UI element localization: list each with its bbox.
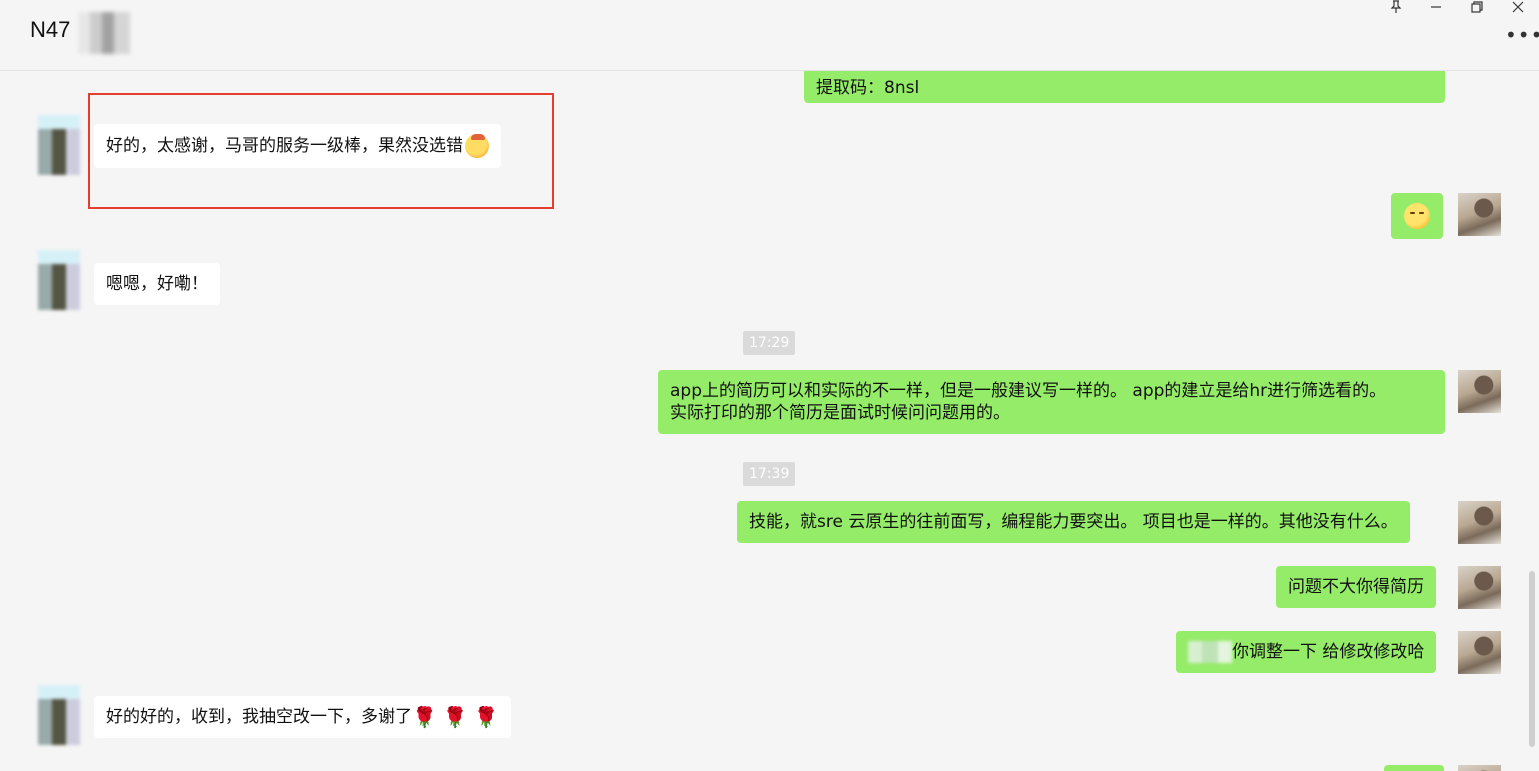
my-avatar[interactable] bbox=[1458, 765, 1501, 771]
message-text: 问题不大你得简历 bbox=[1288, 577, 1424, 597]
minimize-icon[interactable] bbox=[1416, 0, 1456, 18]
message-bubble-out[interactable]: 你调整一下 给修改修改哈 bbox=[1176, 631, 1437, 673]
contact-avatar[interactable] bbox=[38, 685, 80, 745]
message-bubble-out[interactable]: 技能，就sre 云原生的往前面写，编程能力要突出。 项目也是一样的。其他没有什么… bbox=[737, 501, 1410, 543]
restore-icon[interactable] bbox=[1457, 0, 1497, 18]
message-text: 你调整一下 给修改修改哈 bbox=[1232, 642, 1425, 662]
close-icon[interactable] bbox=[1498, 0, 1538, 18]
my-avatar[interactable] bbox=[1458, 501, 1501, 544]
message-bubble-out[interactable]: app上的简历可以和实际的不一样，但是一般建议写一样的。 app的建立是给hr进… bbox=[658, 370, 1445, 434]
message-list[interactable]: 提取码：8nsl 好的，太感谢，马哥的服务一级棒，果然没选错 嗯嗯，好嘞！ 17… bbox=[0, 71, 1539, 771]
message-bubble-out[interactable]: 提取码：8nsl bbox=[804, 71, 1445, 103]
message-bubble-in[interactable]: 嗯嗯，好嘞！ bbox=[94, 263, 220, 305]
timestamp: 17:29 bbox=[743, 331, 796, 355]
message-line: 实际打印的那个简历是面试时候问问题用的。 bbox=[670, 403, 1010, 423]
message-text: 好的好的，收到，我抽空改一下，多谢了 bbox=[106, 707, 412, 727]
timestamp: 17:39 bbox=[743, 462, 796, 486]
chat-header: N47 ••• bbox=[0, 0, 1539, 71]
title-blur-patch bbox=[78, 12, 130, 54]
pin-icon[interactable] bbox=[1376, 0, 1416, 18]
message-text: 技能，就sre 云原生的往前面写，编程能力要突出。 项目也是一样的。其他没有什么… bbox=[749, 512, 1398, 532]
my-avatar[interactable] bbox=[1458, 193, 1501, 236]
smiling-face-emoji bbox=[1404, 203, 1430, 229]
message-bubble-out[interactable] bbox=[1384, 765, 1444, 771]
chat-window: N47 ••• 提取码：8nsl 好的，太感谢，马哥的服务一级棒，果然没选错 bbox=[0, 0, 1539, 771]
more-icon[interactable]: ••• bbox=[1505, 25, 1539, 48]
contact-avatar[interactable] bbox=[38, 115, 80, 175]
scrollbar[interactable] bbox=[1529, 571, 1535, 747]
my-avatar[interactable] bbox=[1458, 566, 1501, 609]
my-avatar[interactable] bbox=[1458, 631, 1501, 674]
message-bubble-out[interactable] bbox=[1391, 193, 1443, 239]
highlight-box bbox=[88, 93, 554, 209]
rose-emoji: 🌹 bbox=[442, 705, 468, 729]
my-avatar[interactable] bbox=[1458, 370, 1501, 413]
blurred-text bbox=[1188, 641, 1232, 663]
message-text: 嗯嗯，好嘞！ bbox=[106, 274, 208, 294]
message-text: 提取码：8nsl bbox=[816, 78, 920, 98]
rose-emoji: 🌹 bbox=[412, 705, 437, 729]
message-bubble-out[interactable]: 问题不大你得简历 bbox=[1276, 566, 1436, 608]
chat-title: N47 bbox=[30, 17, 71, 42]
rose-emoji: 🌹 bbox=[473, 705, 499, 729]
message-bubble-in[interactable]: 好的好的，收到，我抽空改一下，多谢了🌹 🌹 🌹 bbox=[94, 696, 511, 738]
message-line: app上的简历可以和实际的不一样，但是一般建议写一样的。 app的建立是给hr进… bbox=[670, 381, 1387, 401]
contact-avatar[interactable] bbox=[38, 250, 80, 310]
